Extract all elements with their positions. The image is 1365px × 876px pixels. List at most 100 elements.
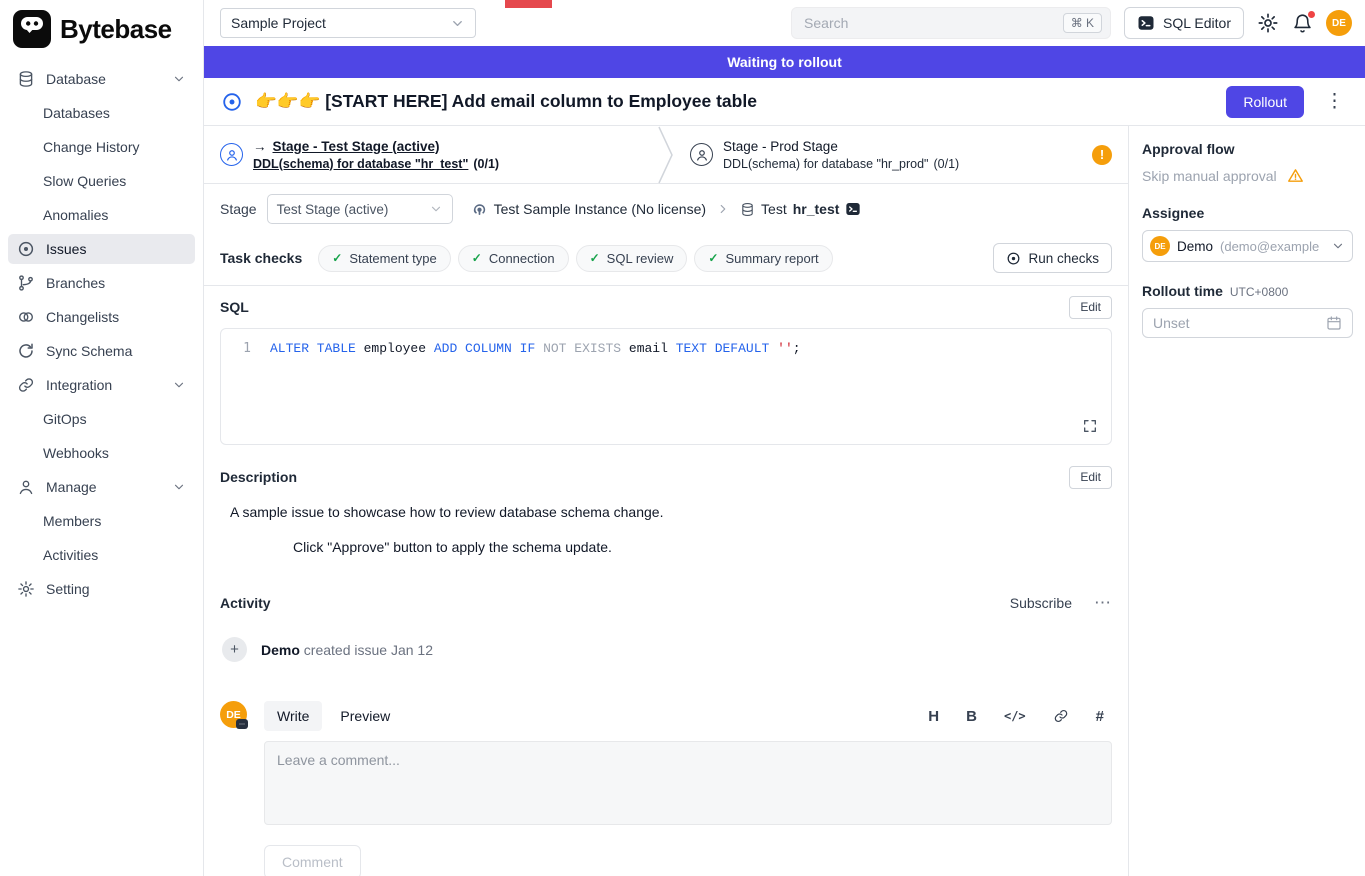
- instance-link[interactable]: Test Sample Instance (No license): [471, 201, 706, 218]
- rollout-time-label: Rollout time: [1142, 283, 1223, 299]
- comment-avatar: DE ⋯: [220, 701, 248, 876]
- stage-progress: (0/1): [473, 157, 499, 171]
- sql-code-block[interactable]: 1 ALTER TABLE employee ADD COLUMN IF NOT…: [220, 328, 1112, 445]
- instance-name: Test Sample Instance (No license): [494, 201, 706, 217]
- stage-title: Stage - Prod Stage: [723, 139, 838, 154]
- sidebar-item-integration[interactable]: Integration: [8, 370, 195, 400]
- stage-select-label: Stage: [220, 201, 257, 217]
- project-select[interactable]: Sample Project: [220, 8, 476, 38]
- expand-icon: [1082, 418, 1098, 434]
- run-checks-button[interactable]: Run checks: [993, 243, 1112, 273]
- editor-tabs: Write Preview H B </> #: [264, 701, 1112, 731]
- sidebar-item-members[interactable]: Members: [8, 506, 195, 536]
- issue-side-panel: Approval flow Skip manual approval Assig…: [1128, 126, 1365, 876]
- sidebar-item-change-history[interactable]: Change History: [8, 132, 195, 162]
- issue-menu-button[interactable]: ⋮: [1316, 92, 1353, 111]
- chevron-down-icon: [172, 378, 186, 392]
- sidebar-item-label: Changelists: [46, 309, 119, 325]
- description-edit-button[interactable]: Edit: [1069, 466, 1112, 489]
- red-banner-fragment: [505, 0, 552, 8]
- sql-edit-button[interactable]: Edit: [1069, 296, 1112, 319]
- rollout-button[interactable]: Rollout: [1226, 86, 1304, 118]
- settings-gear-button[interactable]: [1257, 12, 1279, 34]
- comment-input[interactable]: [264, 741, 1112, 825]
- comment-bubble-icon: ⋯: [236, 719, 248, 729]
- task-checks-row: Task checks ✓ Statement type ✓ Connectio…: [204, 234, 1128, 286]
- topbar: Sample Project ⌘ K SQL Editor DE: [204, 0, 1365, 46]
- brand-wordmark: Bytebase: [60, 14, 172, 45]
- sql-editor-button[interactable]: SQL Editor: [1124, 7, 1244, 39]
- user-avatar[interactable]: DE: [1326, 10, 1352, 36]
- database-link[interactable]: Test hr_test: [740, 201, 861, 217]
- activity-section: Activity Subscribe ⋯ + Demo created issu…: [204, 582, 1128, 876]
- sync-icon: [17, 342, 35, 360]
- expand-editor-button[interactable]: [1082, 418, 1098, 434]
- sql-editor-button-label: SQL Editor: [1163, 15, 1231, 31]
- activity-event: + Demo created issue Jan 12: [220, 637, 1112, 662]
- sidebar-item-branches[interactable]: Branches: [8, 268, 195, 298]
- sidebar-item-changelists[interactable]: Changelists: [8, 302, 195, 332]
- task-check-label: Connection: [489, 251, 555, 266]
- chevron-down-icon: [450, 16, 465, 31]
- activity-menu-button[interactable]: ⋯: [1094, 593, 1112, 613]
- rollout-time-value: Unset: [1153, 315, 1190, 331]
- brand-logo[interactable]: Bytebase: [0, 0, 203, 58]
- task-check-label: SQL review: [607, 251, 674, 266]
- status-banner: Waiting to rollout: [204, 46, 1365, 78]
- database-icon: [17, 70, 35, 88]
- event-user[interactable]: Demo: [261, 642, 300, 658]
- sidebar-item-label: Database: [46, 71, 106, 87]
- tab-preview[interactable]: Preview: [327, 701, 403, 731]
- stage-item-test[interactable]: → Stage - Test Stage (active) DDL(schema…: [204, 126, 658, 183]
- task-check-label: Summary report: [725, 251, 818, 266]
- assignee-avatar: DE: [1150, 236, 1170, 256]
- subscribe-button[interactable]: Subscribe: [1010, 595, 1072, 611]
- sidebar-item-slow-queries[interactable]: Slow Queries: [8, 166, 195, 196]
- notification-dot: [1308, 11, 1315, 18]
- sidebar-item-label: GitOps: [43, 411, 87, 427]
- hash-icon[interactable]: #: [1096, 708, 1104, 725]
- sidebar-item-manage[interactable]: Manage: [8, 472, 195, 502]
- warning-icon: [1287, 167, 1304, 184]
- task-check-statement-type[interactable]: ✓ Statement type: [318, 245, 451, 272]
- changelists-icon: [17, 308, 35, 326]
- notifications-bell-button[interactable]: [1292, 13, 1313, 34]
- sidebar-item-anomalies[interactable]: Anomalies: [8, 200, 195, 230]
- stage-pipeline: → Stage - Test Stage (active) DDL(schema…: [204, 126, 1128, 184]
- assignee-select[interactable]: DE Demo (demo@example: [1142, 230, 1353, 262]
- stage-subtitle: DDL(schema) for database "hr_test": [253, 157, 468, 171]
- stage-selector-row: Stage Test Stage (active) Test Sample In…: [204, 184, 1128, 234]
- sidebar-item-databases[interactable]: Databases: [8, 98, 195, 128]
- sidebar-item-activities[interactable]: Activities: [8, 540, 195, 570]
- open-sql-editor-icon[interactable]: [845, 201, 861, 217]
- chevron-down-icon: [1331, 239, 1345, 253]
- task-check-sql-review[interactable]: ✓ SQL review: [576, 245, 688, 272]
- sidebar-item-gitops[interactable]: GitOps: [8, 404, 195, 434]
- tab-write[interactable]: Write: [264, 701, 322, 731]
- sidebar-item-database[interactable]: Database: [8, 64, 195, 94]
- search-input[interactable]: [804, 15, 1055, 31]
- sidebar-item-label: Webhooks: [43, 445, 109, 461]
- code-icon[interactable]: </>: [1004, 709, 1026, 723]
- task-check-summary-report[interactable]: ✓ Summary report: [694, 245, 832, 272]
- assignee-label: Assignee: [1142, 205, 1353, 221]
- sidebar-item-webhooks[interactable]: Webhooks: [8, 438, 195, 468]
- rollout-time-input[interactable]: Unset: [1142, 308, 1353, 338]
- sidebar-item-label: Databases: [43, 105, 110, 121]
- stage-select[interactable]: Test Stage (active): [267, 194, 453, 224]
- database-name: hr_test: [793, 201, 840, 217]
- line-number: 1: [233, 339, 251, 359]
- task-check-connection[interactable]: ✓ Connection: [458, 245, 569, 272]
- sidebar-item-issues[interactable]: Issues: [8, 234, 195, 264]
- calendar-icon: [1326, 315, 1342, 331]
- search-box[interactable]: ⌘ K: [791, 7, 1111, 39]
- stage-item-prod[interactable]: Stage - Prod Stage DDL(schema) for datab…: [674, 126, 1128, 183]
- sidebar-item-sync-schema[interactable]: Sync Schema: [8, 336, 195, 366]
- bold-icon[interactable]: B: [966, 708, 977, 725]
- sidebar-item-setting[interactable]: Setting: [8, 574, 195, 604]
- database-icon: [740, 202, 755, 217]
- link-icon[interactable]: [1053, 708, 1069, 724]
- heading-icon[interactable]: H: [928, 708, 939, 725]
- issue-status-icon: [221, 91, 243, 113]
- comment-submit-button[interactable]: Comment: [264, 845, 361, 876]
